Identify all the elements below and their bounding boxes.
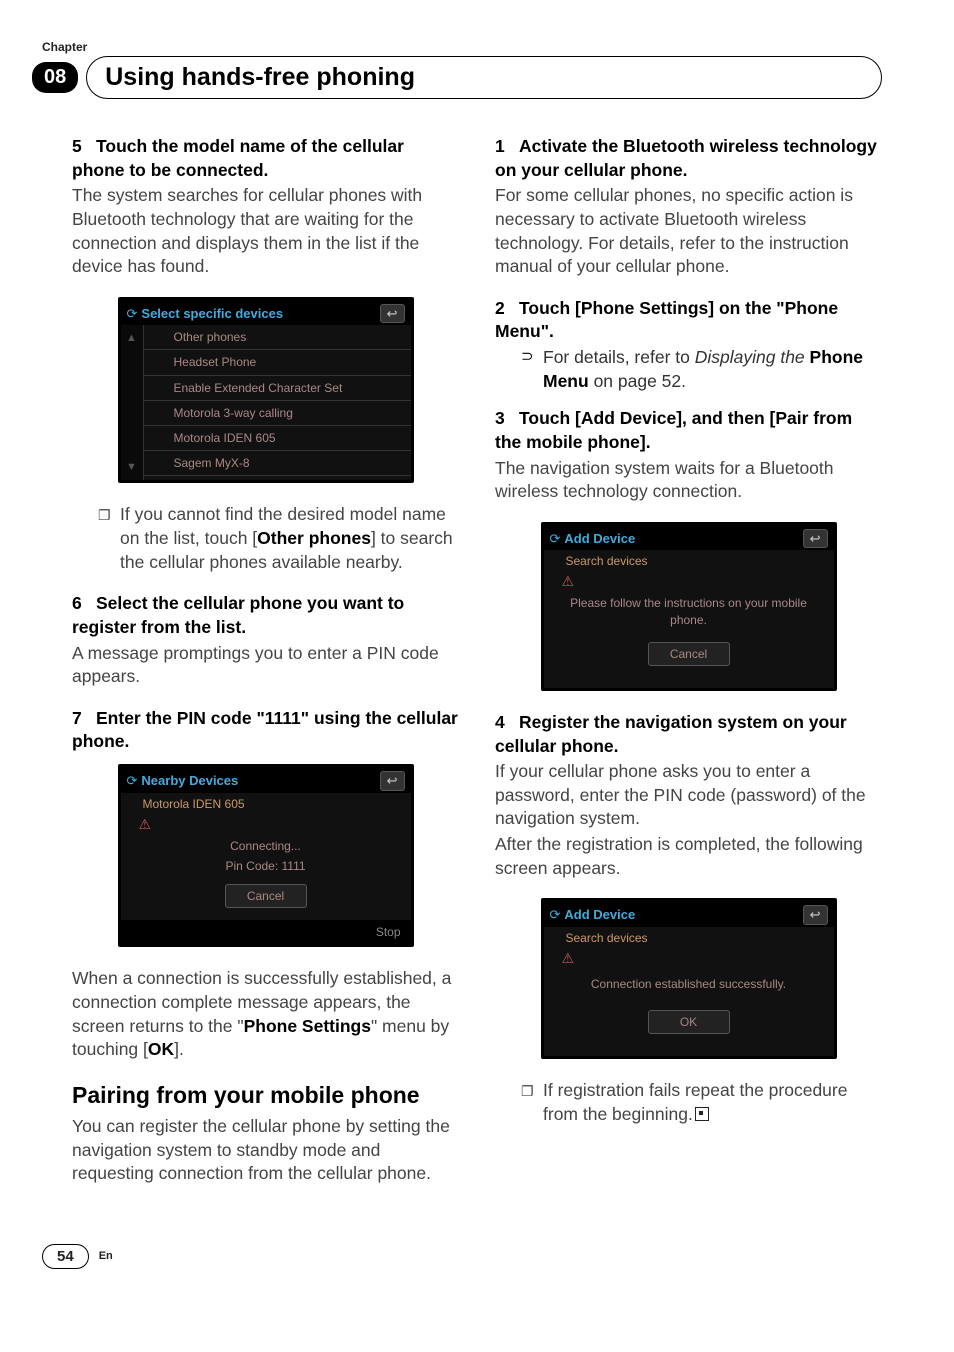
shot2-connecting: Connecting... [121,834,411,858]
step-4-body-1: If your cellular phone asks you to enter… [495,760,882,831]
note-registration-fail: ❐ If registration fails repeat the proce… [521,1079,882,1126]
bluetooth-icon: ⟳ [127,773,138,788]
shot4-sub: Search devices [544,927,834,949]
shot2-footer[interactable]: Stop [121,920,411,944]
shot2-pincode: Pin Code: 1111 [121,858,411,874]
shot4-msg: Connection established successfully. [544,968,834,1000]
chapter-header: 08 Using hands-free phoning [32,56,882,99]
page-footer: 54 En [42,1244,882,1269]
note-icon: ❐ [98,503,120,574]
step-5-body: The system searches for cellular phones … [72,184,459,279]
list-item[interactable]: Headset Phone [144,350,411,375]
back-icon[interactable]: ↩ [380,304,405,324]
page-number: 54 [42,1244,89,1269]
shot1-title: Select specific devices [141,306,283,321]
scroll-up-icon[interactable]: ▲ [126,331,137,346]
chapter-title: Using hands-free phoning [86,56,882,99]
step-7-heading: 7Enter the PIN code "1111" using the cel… [72,707,459,754]
step-1-body: For some cellular phones, no specific ac… [495,184,882,279]
alert-icon: ⚠ [121,815,411,834]
bluetooth-icon: ⟳ [550,907,561,922]
alert-icon: ⚠ [544,949,834,968]
chapter-label: Chapter [42,40,882,54]
bluetooth-icon: ⟳ [127,306,138,321]
reference-arrow-icon: ⊃ [521,346,543,393]
list-item[interactable]: Motorola IDEN 605 [144,426,411,451]
shot2-device-row: Motorola IDEN 605 [121,793,411,815]
shot3-sub: Search devices [544,550,834,572]
end-of-section-icon [695,1107,709,1121]
step-3-body: The navigation system waits for a Blueto… [495,457,882,504]
list-item[interactable]: Enable Extended Character Set [144,376,411,401]
post-shot2-text: When a connection is successfully establ… [72,967,459,1062]
alert-icon: ⚠ [544,572,834,591]
back-icon[interactable]: ↩ [380,771,405,791]
note-other-phones: ❐ If you cannot find the desired model n… [98,503,459,574]
step-2-heading: 2Touch [Phone Settings] on the "Phone Me… [495,297,882,344]
scroll-down-icon[interactable]: ▼ [126,460,137,475]
note-icon: ❐ [521,1079,543,1126]
list-item[interactable]: Sagem MyX-8 [144,451,411,476]
right-column: 1Activate the Bluetooth wireless technol… [495,135,882,1204]
pairing-heading: Pairing from your mobile phone [72,1080,459,1111]
step-6-body: A message promptings you to enter a PIN … [72,642,459,689]
back-icon[interactable]: ↩ [803,529,828,549]
back-icon[interactable]: ↩ [803,905,828,925]
screenshot-nearby-devices: ⟳Nearby Devices ↩ Motorola IDEN 605 ⚠ Co… [118,764,414,947]
ok-button[interactable]: OK [648,1010,730,1034]
chapter-number-badge: 08 [32,62,78,93]
list-item[interactable]: Other phones [144,325,411,350]
shot4-title: Add Device [564,907,635,922]
bluetooth-icon: ⟳ [550,531,561,546]
language-code: En [99,1250,113,1262]
shot3-msg: Please follow the instructions on your m… [544,591,834,631]
left-column: 5Touch the model name of the cellular ph… [72,135,459,1204]
step-6-heading: 6Select the cellular phone you want to r… [72,592,459,639]
cancel-button[interactable]: Cancel [648,642,730,666]
step-4-body-2: After the registration is completed, the… [495,833,882,880]
screenshot-add-device-success: ⟳Add Device ↩ Search devices ⚠ Connectio… [541,898,837,1059]
step-3-heading: 3Touch [Add Device], and then [Pair from… [495,407,882,454]
cancel-button[interactable]: Cancel [225,884,307,908]
step-5-heading: 5Touch the model name of the cellular ph… [72,135,459,182]
list-item[interactable]: Motorola 3-way calling [144,401,411,426]
shot2-title: Nearby Devices [141,773,238,788]
shot3-title: Add Device [564,531,635,546]
screenshot-select-devices: ⟳Select specific devices ↩ ▲ ▼ Other phon… [118,297,414,484]
step-4-heading: 4Register the navigation system on your … [495,711,882,758]
step-2-reference: ⊃ For details, refer to Displaying the P… [521,346,882,393]
pairing-body: You can register the cellular phone by s… [72,1115,459,1186]
step-1-heading: 1Activate the Bluetooth wireless technol… [495,135,882,182]
screenshot-add-device-wait: ⟳Add Device ↩ Search devices ⚠ Please fo… [541,522,837,691]
